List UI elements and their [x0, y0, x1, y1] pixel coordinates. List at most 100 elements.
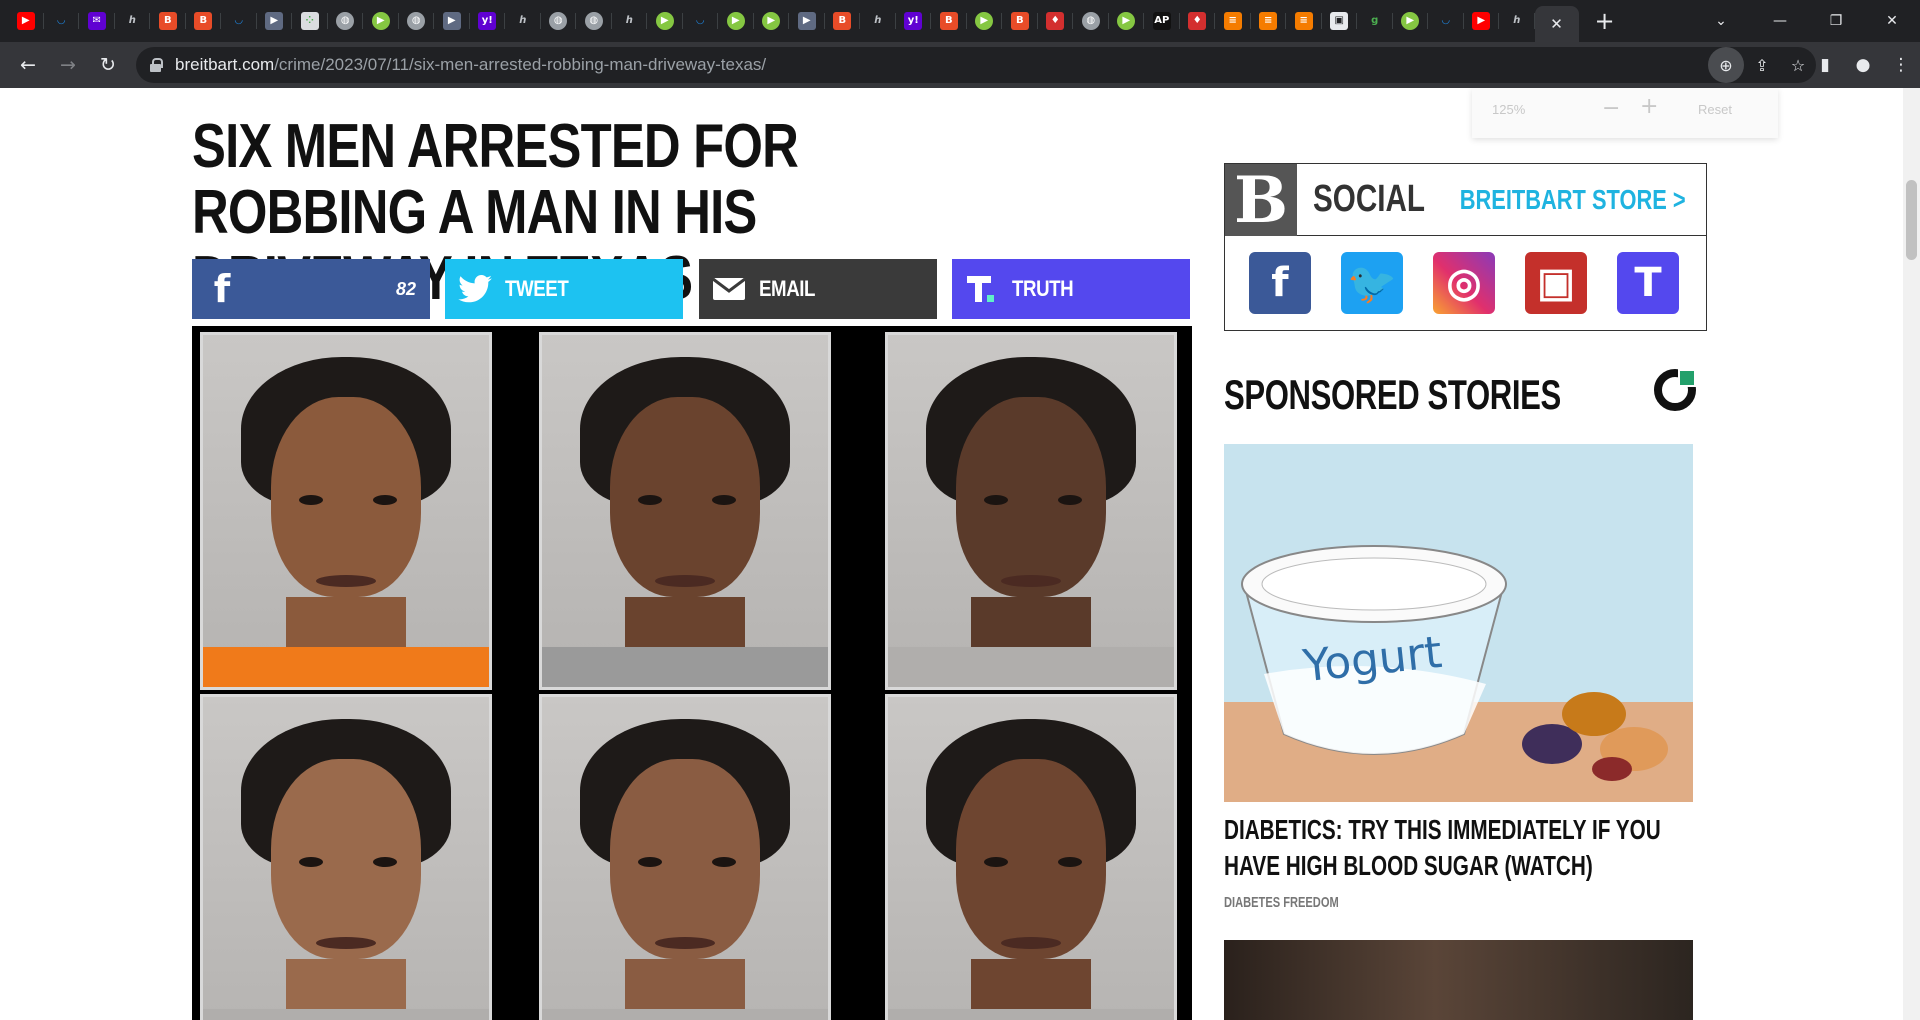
close-window-button[interactable]: ✕	[1864, 0, 1920, 42]
browser-tab[interactable]: ◡	[44, 0, 80, 42]
zoom-icon[interactable]: ⊕	[1708, 47, 1744, 83]
email-share-button[interactable]: EMAIL	[699, 259, 937, 319]
sponsored-story-source[interactable]: Diabetes Freedom	[1224, 894, 1339, 911]
browser-tab[interactable]: ⁘	[292, 0, 328, 42]
browser-tab[interactable]: ▶	[967, 0, 1003, 42]
globe-icon: ◍	[407, 12, 426, 30]
browser-tab[interactable]: ≡	[1286, 0, 1322, 42]
browser-tab[interactable]: ▶	[754, 0, 790, 42]
instagram-icon[interactable]: ◎	[1433, 252, 1495, 314]
new-tab-button[interactable]: +	[1585, 7, 1625, 35]
forward-button[interactable]: →	[48, 47, 88, 83]
browser-tab[interactable]: AP	[1144, 0, 1180, 42]
share-icon[interactable]: ⇪	[1744, 47, 1780, 83]
url-text[interactable]: breitbart.com/crime/2023/07/11/six-men-a…	[175, 55, 766, 75]
browser-tab[interactable]: ✉	[79, 0, 115, 42]
browser-tab[interactable]: ◍	[1073, 0, 1109, 42]
browser-tab[interactable]: ◡	[683, 0, 719, 42]
minimize-button[interactable]: —	[1752, 0, 1808, 42]
youtube-icon: ▶	[16, 12, 35, 30]
browser-tab[interactable]: ▶	[257, 0, 293, 42]
tab-search-button[interactable]: ⌄	[1705, 6, 1737, 36]
profile-icon[interactable]: ●	[1844, 47, 1882, 83]
mugshot-photo	[539, 332, 831, 690]
truth-social-icon[interactable]: T	[1617, 252, 1679, 314]
eye	[299, 857, 323, 867]
mail-icon: ✉	[87, 12, 106, 30]
page-scrollbar[interactable]	[1903, 88, 1920, 1020]
browser-tab[interactable]: ℎ	[1499, 0, 1535, 42]
breitbart-store-link[interactable]: BREITBART STORE >	[1460, 184, 1686, 216]
browser-tab[interactable]: ≡	[1215, 0, 1251, 42]
browser-tab[interactable]: B	[825, 0, 861, 42]
browser-tab[interactable]: ◡	[1428, 0, 1464, 42]
browser-tab[interactable]: B	[150, 0, 186, 42]
sponsored-story-title[interactable]: Diabetics: Try This Immediately If You H…	[1224, 812, 1690, 884]
lock-icon[interactable]	[150, 58, 163, 72]
browser-tab[interactable]: ♦	[1180, 0, 1216, 42]
mouth	[316, 937, 376, 949]
shirt	[542, 647, 828, 687]
facebook-icon[interactable]: f	[1249, 252, 1311, 314]
url-host: breitbart.com	[175, 55, 275, 74]
restore-button[interactable]: ❐	[1808, 0, 1864, 42]
truth-share-button[interactable]: TRUTH	[952, 259, 1190, 319]
browser-tab[interactable]: ▶	[8, 0, 44, 42]
browser-tab[interactable]: ◍	[541, 0, 577, 42]
browser-tab[interactable]: ◍	[328, 0, 364, 42]
back-button[interactable]: ←	[8, 47, 48, 83]
browser-tab[interactable]: ◍	[576, 0, 612, 42]
twitter-icon[interactable]: 🐦	[1341, 252, 1403, 314]
globe-icon: ◍	[549, 12, 568, 30]
browser-tab[interactable]: ▶	[647, 0, 683, 42]
scrollbar-thumb[interactable]	[1906, 180, 1917, 260]
browser-tab[interactable]: g	[1357, 0, 1393, 42]
browser-tab[interactable]: ℎ	[860, 0, 896, 42]
outbrain-logo[interactable]	[1654, 369, 1696, 411]
yogurt-cup-illustration: Yogurt	[1241, 545, 1668, 781]
reload-button[interactable]: ↻	[88, 47, 128, 83]
zoom-in-button[interactable]: +	[1640, 94, 1658, 119]
zoom-reset-button[interactable]: Reset	[1698, 102, 1732, 117]
side-panel-icon[interactable]: ▮	[1806, 47, 1844, 83]
active-tab[interactable]: ✕	[1534, 6, 1579, 42]
browser-tab[interactable]: ▶	[363, 0, 399, 42]
breitbart-logo[interactable]: B	[1225, 163, 1297, 238]
close-tab-icon[interactable]: ✕	[1550, 15, 1563, 33]
browser-tab[interactable]: y!	[896, 0, 932, 42]
browser-tab[interactable]: ▶	[434, 0, 470, 42]
facebook-share-button[interactable]: f 82	[192, 259, 430, 319]
browser-tab[interactable]: B	[186, 0, 222, 42]
zoom-out-button[interactable]: −	[1602, 96, 1620, 121]
tweet-button[interactable]: TWEET	[445, 259, 683, 319]
menu-icon[interactable]: ⋮	[1882, 47, 1920, 83]
browser-tab[interactable]: ≡	[1251, 0, 1287, 42]
browser-tab[interactable]: ◡	[221, 0, 257, 42]
hyphen-icon: ℎ	[1507, 12, 1526, 30]
article-hero-image[interactable]	[192, 326, 1192, 1020]
browser-tab[interactable]: B	[931, 0, 967, 42]
browser-tab[interactable]: ▶	[789, 0, 825, 42]
browser-tab[interactable]: ♦	[1038, 0, 1074, 42]
sponsored-story-image-2[interactable]	[1224, 940, 1693, 1020]
browser-tab[interactable]: ▣	[1322, 0, 1358, 42]
browser-tab[interactable]: ℎ	[505, 0, 541, 42]
shield-icon: ◡	[691, 12, 710, 30]
browser-tab[interactable]: y!	[470, 0, 506, 42]
browser-tab[interactable]: ℎ	[115, 0, 151, 42]
address-bar[interactable]: breitbart.com/crime/2023/07/11/six-men-a…	[136, 47, 1816, 83]
mugshot-photo	[539, 694, 831, 1020]
browser-tab[interactable]: ▶	[718, 0, 754, 42]
browser-tab[interactable]: ▶	[1464, 0, 1500, 42]
youtube-icon[interactable]: ▣	[1525, 252, 1587, 314]
browser-tab[interactable]: ℎ	[612, 0, 648, 42]
browser-tab[interactable]: ◍	[399, 0, 435, 42]
hyphen-icon: ℎ	[868, 12, 887, 30]
sponsored-story-image[interactable]: Yogurt	[1224, 444, 1693, 802]
browser-tab[interactable]: ▶	[1393, 0, 1429, 42]
rumble-icon: ▶	[1117, 12, 1136, 30]
mugshot-photo	[200, 694, 492, 1020]
browser-tab[interactable]: B	[1002, 0, 1038, 42]
browser-tab[interactable]: ▶	[1109, 0, 1145, 42]
rumble-icon: ▶	[655, 12, 674, 30]
